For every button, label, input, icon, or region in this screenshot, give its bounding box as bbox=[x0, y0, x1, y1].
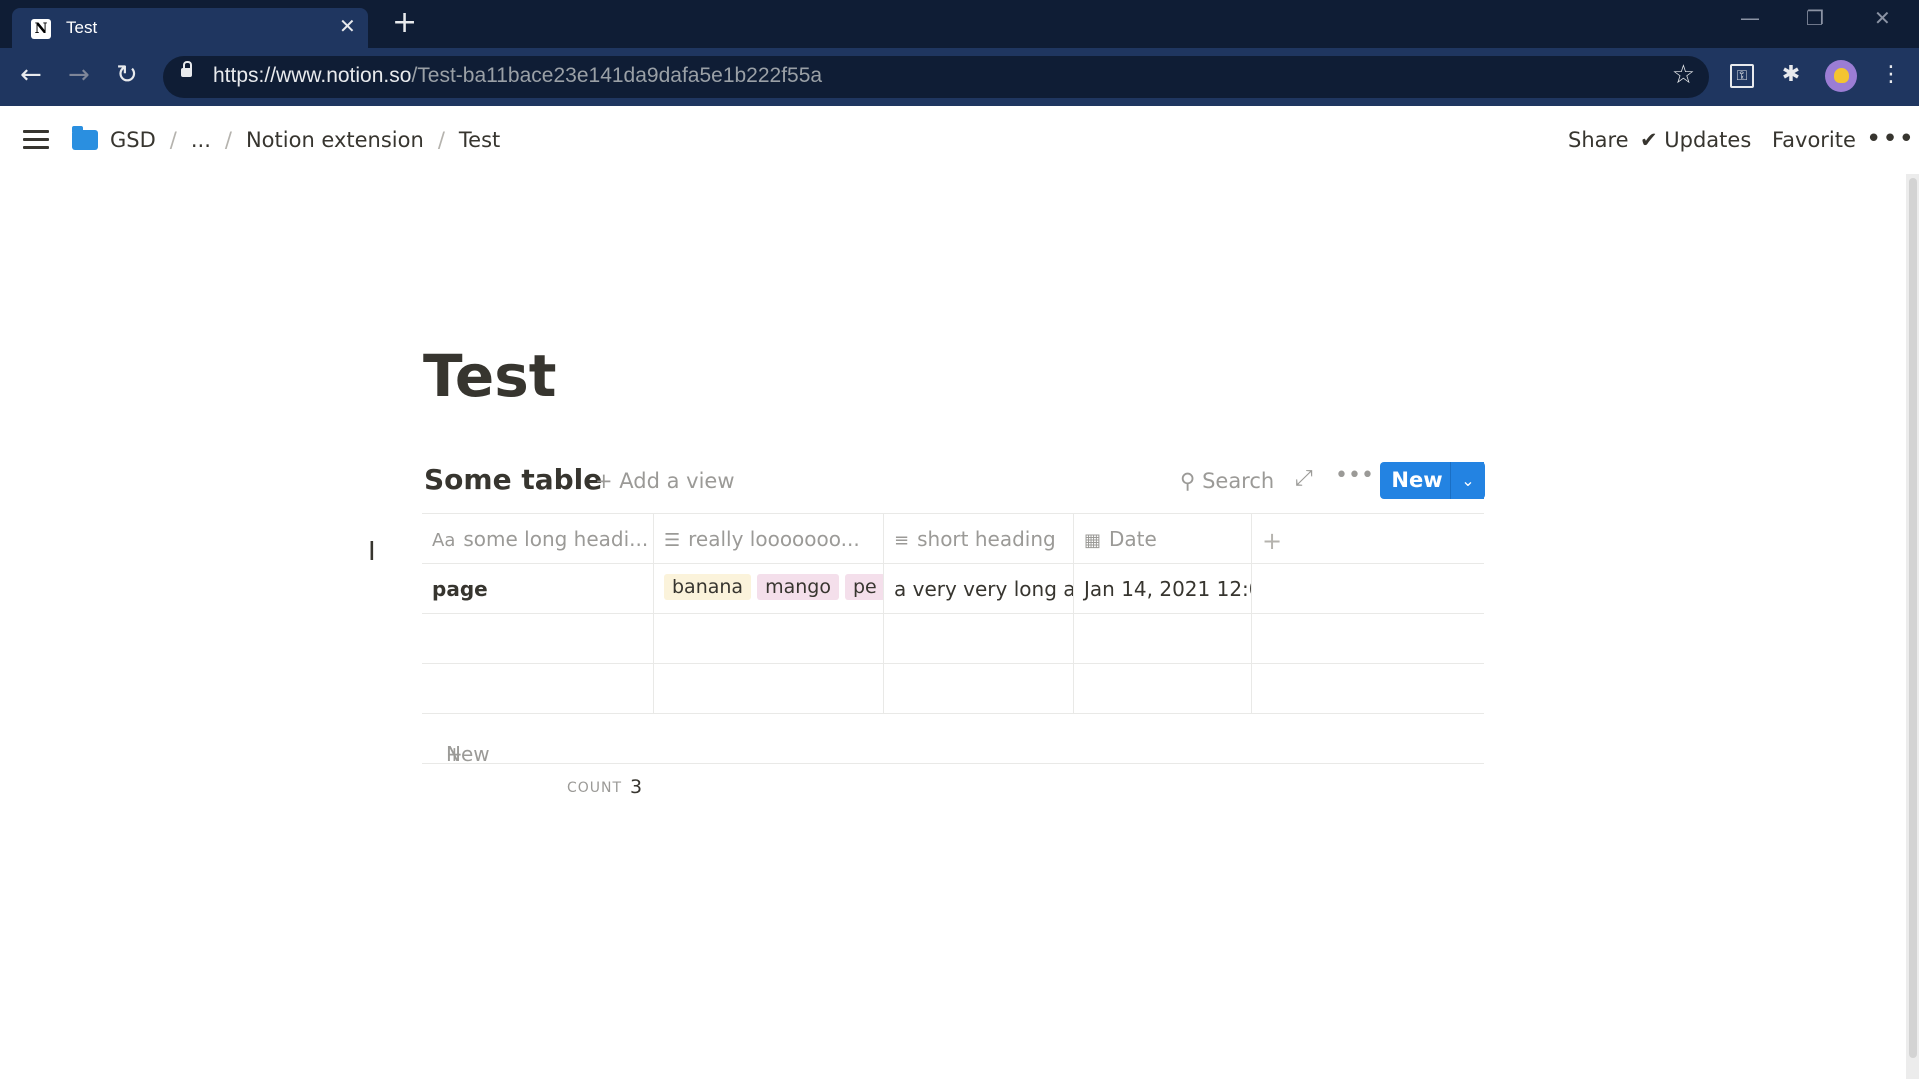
more-options-icon[interactable]: ••• bbox=[1866, 124, 1915, 154]
folder-icon bbox=[72, 126, 98, 150]
tab-title: Test bbox=[66, 18, 98, 37]
breadcrumb-gsd[interactable]: GSD bbox=[110, 128, 156, 152]
new-dropdown-chevron-icon[interactable]: ⌄ bbox=[1450, 462, 1485, 499]
calendar-icon: ▦ bbox=[1084, 530, 1102, 551]
database-search-button[interactable]: ⚲ Search bbox=[1180, 469, 1274, 493]
list-type-icon: ☰ bbox=[664, 530, 681, 551]
search-label: Search bbox=[1202, 469, 1275, 493]
bookmark-star-icon[interactable]: ☆ bbox=[1672, 60, 1695, 90]
back-button[interactable]: ← bbox=[20, 60, 42, 90]
table-row[interactable] bbox=[422, 664, 1484, 714]
profile-avatar[interactable] bbox=[1825, 60, 1857, 92]
browser-tab[interactable]: N Test ✕ bbox=[12, 8, 368, 48]
chrome-menu-icon[interactable]: ⋮ bbox=[1878, 62, 1904, 88]
notion-logo-icon: N bbox=[31, 19, 51, 39]
column-label: some long headi... bbox=[463, 527, 649, 551]
breadcrumb-separator: / bbox=[224, 128, 232, 152]
lock-icon bbox=[181, 61, 192, 77]
updates-button[interactable]: ✔ Updates bbox=[1640, 128, 1751, 152]
reload-button[interactable]: ↻ bbox=[116, 60, 138, 90]
column-header-name[interactable]: Aa some long headi... bbox=[422, 514, 654, 563]
sidebar-menu-icon[interactable] bbox=[23, 130, 49, 150]
count-label[interactable]: COUNT bbox=[567, 780, 622, 796]
close-tab-icon[interactable]: ✕ bbox=[339, 14, 356, 38]
check-icon: ✔ bbox=[1640, 128, 1665, 152]
text-cell[interactable] bbox=[884, 614, 1074, 663]
multiselect-cell[interactable]: banana mango pe bbox=[654, 564, 884, 613]
name-cell[interactable]: page bbox=[422, 564, 654, 613]
column-label: Date bbox=[1109, 527, 1157, 551]
favorite-button[interactable]: Favorite bbox=[1772, 128, 1856, 152]
date-cell[interactable] bbox=[1074, 614, 1252, 663]
empty-cell bbox=[1252, 614, 1484, 663]
multiselect-cell[interactable] bbox=[654, 664, 884, 713]
table-row[interactable] bbox=[422, 614, 1484, 664]
column-header-multiselect[interactable]: ☰ really looooooo... bbox=[654, 514, 884, 563]
plus-icon: + bbox=[595, 469, 620, 493]
new-tab-button[interactable]: + bbox=[392, 6, 417, 40]
text-type-icon: Aa bbox=[432, 530, 456, 551]
breadcrumb-notion-extension[interactable]: Notion extension bbox=[246, 128, 424, 152]
text-cursor-icon: I bbox=[368, 537, 376, 567]
plus-icon: + bbox=[1262, 527, 1283, 555]
scrollbar-thumb[interactable] bbox=[1909, 178, 1917, 1058]
forward-button[interactable]: → bbox=[68, 60, 90, 90]
close-window-button[interactable]: ✕ bbox=[1874, 6, 1891, 30]
tag-mango: mango bbox=[757, 574, 839, 600]
tag-banana: banana bbox=[664, 574, 752, 600]
text-cell[interactable] bbox=[884, 664, 1074, 713]
column-label: short heading bbox=[917, 527, 1056, 551]
url-path: /Test-ba11bace23e141da9dafa5e1b222f55a bbox=[411, 64, 823, 87]
updates-label: Updates bbox=[1664, 128, 1752, 152]
text-cell[interactable]: a very very long and bbox=[884, 564, 1074, 613]
multiselect-cell[interactable] bbox=[654, 614, 884, 663]
url-host: https://www.notion.so bbox=[213, 64, 412, 87]
empty-cell bbox=[1252, 664, 1484, 713]
restore-window-button[interactable]: ❐ bbox=[1806, 6, 1824, 30]
database-more-icon[interactable]: ••• bbox=[1335, 463, 1374, 488]
database-table: Aa some long headi... ☰ really looooooo...… bbox=[422, 513, 1484, 766]
address-bar[interactable]: https://www.notion.so/Test-ba11bace23e14… bbox=[163, 56, 1709, 98]
open-full-page-icon[interactable]: ⤢ bbox=[1295, 466, 1313, 491]
minimize-window-button[interactable]: — bbox=[1740, 6, 1760, 30]
notion-topbar: GSD / ... / Notion extension / Test Shar… bbox=[0, 106, 1919, 174]
breadcrumb-ellipsis[interactable]: ... bbox=[191, 128, 211, 152]
bitwarden-extension-icon[interactable]: ⚿ bbox=[1730, 64, 1754, 88]
breadcrumb-test[interactable]: Test bbox=[459, 128, 500, 152]
add-view-label: Add a view bbox=[619, 469, 735, 493]
breadcrumb: GSD / ... / Notion extension / Test bbox=[72, 126, 500, 152]
page-scrollbar[interactable] bbox=[1906, 174, 1919, 1079]
add-column-button[interactable]: + bbox=[1252, 514, 1484, 563]
date-cell[interactable]: Jan 14, 2021 12:00 bbox=[1074, 564, 1252, 613]
share-button[interactable]: Share bbox=[1568, 128, 1629, 152]
browser-titlebar: N Test ✕ + — ❐ ✕ bbox=[0, 0, 1919, 48]
name-cell[interactable] bbox=[422, 664, 654, 713]
search-icon: ⚲ bbox=[1180, 469, 1203, 493]
add-view-button[interactable]: + Add a view bbox=[595, 469, 735, 493]
database-title[interactable]: Some table bbox=[424, 463, 602, 496]
table-header-row: Aa some long headi... ☰ really looooooo...… bbox=[422, 513, 1484, 564]
new-button-label: New bbox=[1391, 468, 1443, 492]
add-row-label: New bbox=[446, 742, 490, 766]
name-cell[interactable] bbox=[422, 614, 654, 663]
breadcrumb-separator: / bbox=[437, 128, 445, 152]
count-value: 3 bbox=[630, 776, 643, 798]
breadcrumb-separator: / bbox=[169, 128, 177, 152]
page-title[interactable]: Test bbox=[423, 342, 556, 410]
tag-pe: pe bbox=[844, 574, 883, 600]
empty-cell bbox=[1252, 564, 1484, 613]
text-align-icon: ≡ bbox=[894, 530, 910, 551]
date-cell[interactable] bbox=[1074, 664, 1252, 713]
extensions-icon[interactable]: ✱ bbox=[1778, 62, 1804, 88]
column-label: really looooooo... bbox=[688, 527, 860, 551]
column-header-text[interactable]: ≡ short heading bbox=[884, 514, 1074, 563]
url-text[interactable]: https://www.notion.so/Test-ba11bace23e14… bbox=[213, 64, 822, 88]
column-header-date[interactable]: ▦ Date bbox=[1074, 514, 1252, 563]
add-row-button[interactable]: + New bbox=[422, 714, 1484, 766]
table-row[interactable]: page bananamangope a very very long and … bbox=[422, 564, 1484, 614]
browser-toolbar: ← → ↻ https://www.notion.so/Test-ba11bac… bbox=[0, 48, 1919, 106]
